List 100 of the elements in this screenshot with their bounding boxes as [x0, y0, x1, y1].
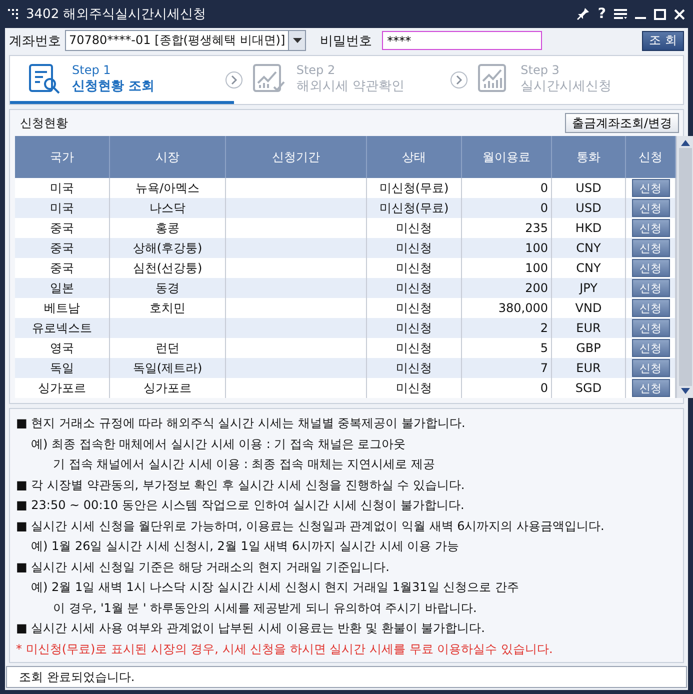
table-cell: 미신청 — [366, 338, 462, 358]
apply-button[interactable]: 신청 — [632, 359, 670, 377]
table-cell: HKD — [552, 218, 626, 238]
chart-check-icon — [252, 62, 286, 94]
notice-text: ■ 실시간 시세 신청일 기준은 해당 거래소의 현지 거래일 기준입니다. — [16, 558, 390, 576]
table-cell: 일본 — [15, 278, 110, 298]
scroll-up-icon[interactable] — [680, 140, 690, 146]
table-cell: 235 — [462, 218, 552, 238]
table-cell: 미신청 — [366, 358, 462, 378]
table-cell: CNY — [552, 238, 626, 258]
warning-text: * 미신청(무료)로 표시된 시장의 경우, 시세 신청을 하시면 실시간 시세를 무료 이용하실수 있습니다. — [16, 640, 554, 658]
password-label: 비밀번호 — [320, 32, 372, 50]
table-cell: 200 — [462, 278, 552, 298]
table-cell: EUR — [552, 318, 626, 338]
table-cell: 0 — [462, 178, 552, 198]
table-cell: 0 — [462, 378, 552, 398]
apply-button[interactable]: 신청 — [632, 279, 670, 297]
table-cell: 미신청 — [366, 238, 462, 258]
table-cell: 호치민 — [110, 298, 226, 318]
apply-button[interactable]: 신청 — [632, 179, 670, 197]
account-label: 계좌번호 — [9, 32, 61, 50]
table-cell: 5 — [462, 338, 552, 358]
apply-button[interactable]: 신청 — [632, 339, 670, 357]
table-cell: 미신청 — [366, 298, 462, 318]
column-header: 시장 — [110, 136, 226, 178]
table-cell: 7 — [462, 358, 552, 378]
table-cell: 베트남 — [15, 298, 110, 318]
notice-text: ■ 각 시장별 약관동의, 부가정보 확인 후 실시간 시세 신청을 진행하실 수 있습니다. — [16, 476, 466, 494]
chevron-right-icon — [225, 71, 244, 89]
help-button[interactable]: ? — [598, 6, 606, 22]
scroll-down-icon[interactable] — [680, 388, 690, 394]
table-cell: 100 — [462, 258, 552, 278]
chevron-right-icon — [450, 71, 468, 89]
notice-text: ■ 23:50 ~ 00:10 동안은 시스템 작업으로 인하여 실시간 시세 신청이 불가합니다. — [16, 497, 466, 514]
table-cell: SGD — [552, 378, 626, 398]
table-cell: 미국 — [15, 198, 110, 218]
password-field[interactable]: **** — [382, 31, 542, 50]
column-header: 통화 — [552, 136, 626, 178]
column-header: 월이용료 — [462, 136, 552, 178]
table-cell: 중국 — [15, 258, 110, 278]
account-dropdown[interactable]: 70780****-01 [종합(평생혜택 비대면)] — [65, 30, 306, 51]
table-cell: 싱가포르 — [110, 378, 226, 398]
table-cell: 독일 — [15, 358, 110, 378]
maximize-icon[interactable] — [654, 8, 666, 20]
step-tab[interactable]: Step 3 실시간시세신청 — [458, 56, 683, 104]
table-cell: 나스닥 — [110, 198, 226, 218]
table-cell: GBP — [552, 338, 626, 358]
apply-button[interactable]: 신청 — [632, 379, 670, 397]
scrollbar[interactable] — [676, 136, 693, 398]
table-cell: 미신청 — [366, 318, 462, 338]
withdrawal-account-button[interactable]: 출금계좌조회/변경 — [564, 113, 679, 133]
table-cell: 미신청(무료) — [366, 198, 462, 218]
apply-button[interactable]: 신청 — [632, 259, 670, 277]
notice-text: 기 접속 채널에서 실시간 시세 이용 : 최종 접속 매체는 지연시세로 제공 — [52, 456, 436, 473]
table-cell: 영국 — [15, 338, 110, 358]
column-header: 상태 — [366, 136, 462, 178]
status-bar: 조회 완료되었습니다. — [6, 666, 687, 688]
column-header: 신청기간 — [226, 136, 366, 178]
notice-text: 예) 1월 26일 실시간 시세 신청시, 2월 1일 새벽 6시까지 실시간 시세 이용 가능 — [30, 538, 460, 555]
table-cell: USD — [552, 178, 626, 198]
apply-button[interactable]: 신청 — [632, 299, 670, 317]
query-button[interactable]: 조 회 — [642, 30, 684, 50]
table-cell: 유로넥스트 — [15, 318, 110, 338]
table-cell: 중국 — [15, 218, 110, 238]
table-cell: 심천(선강퉁) — [110, 258, 226, 278]
table-cell: 100 — [462, 238, 552, 258]
apply-button[interactable]: 신청 — [632, 219, 670, 237]
apply-button[interactable]: 신청 — [632, 239, 670, 257]
table-cell: 380,000 — [462, 298, 552, 318]
table-cell: 홍콩 — [110, 218, 226, 238]
table-cell: 0 — [462, 198, 552, 218]
notice-text: 예) 2월 1일 새벽 1시 나스닥 시장 실시간 시세 신청시 현지 거래일 1월31일 신청으로 간주 — [30, 579, 520, 596]
table-cell: 독일(제트라) — [110, 358, 226, 378]
apply-button[interactable]: 신청 — [632, 199, 670, 217]
apply-button[interactable]: 신청 — [632, 319, 670, 337]
table-cell: CNY — [552, 258, 626, 278]
table-cell: 싱가포르 — [15, 378, 110, 398]
panel-title: 신청현황 — [19, 114, 68, 132]
notice-text: ■ 현지 거래소 규정에 따라 해외주식 실시간 시세는 채널별 중복제공이 불가합니다. — [16, 415, 466, 432]
pin-icon[interactable] — [576, 7, 590, 21]
table-cell: 2 — [462, 318, 552, 338]
dropdown-arrow-icon — [292, 38, 302, 43]
table-cell: 런던 — [110, 338, 226, 358]
notice-text: ■ 실시간 시세 사용 여부와 관계없이 납부된 시세 이용료는 반환 및 환불이 불가합니다. — [16, 620, 486, 637]
table-cell: VND — [552, 298, 626, 318]
close-icon[interactable] — [674, 8, 685, 20]
table-cell: 미신청 — [366, 378, 462, 398]
column-header: 신청 — [626, 136, 676, 178]
table-cell: 중국 — [15, 238, 110, 258]
table-cell: EUR — [552, 358, 626, 378]
menu-icon[interactable] — [614, 8, 627, 20]
table-cell: 미신청 — [366, 258, 462, 278]
notice-text: 예) 최종 접속한 매체에서 실시간 시세 이용 : 기 접속 채널은 로그아웃 — [30, 436, 407, 452]
table-cell: 동경 — [110, 278, 226, 298]
table-cell: JPY — [552, 278, 626, 298]
table-cell: 미국 — [15, 178, 110, 198]
document-search-icon — [28, 62, 62, 94]
table-cell: 뉴욕/아멕스 — [110, 178, 226, 198]
notice-text: ■ 실시간 시세 신청을 월단위로 가능하며, 이용료는 신청일과 관계없이 익월 새벽 6시까지의 사용금액입니다. — [16, 518, 606, 534]
step-tab[interactable]: Step 2 해외시세 약관확인 — [234, 56, 459, 104]
